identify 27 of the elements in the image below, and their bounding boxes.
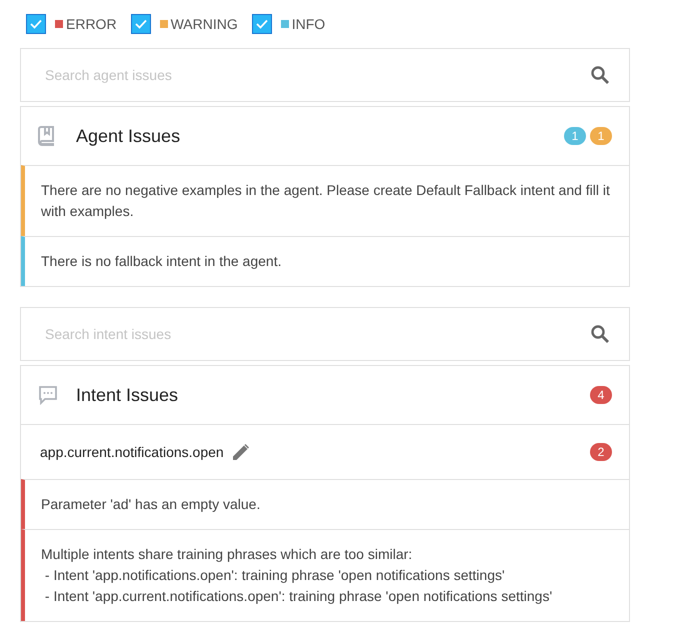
issue-message: Parameter 'ad' has an empty value. bbox=[21, 479, 629, 529]
checkbox[interactable] bbox=[252, 14, 272, 34]
checkbox[interactable] bbox=[26, 14, 46, 34]
search-icon[interactable] bbox=[590, 65, 610, 85]
filter-label: WARNING bbox=[170, 14, 238, 34]
intent-name[interactable]: app.current.notifications.open bbox=[40, 442, 224, 462]
book-icon bbox=[38, 126, 56, 146]
count-badge: 2 bbox=[590, 443, 612, 461]
checkbox[interactable] bbox=[130, 14, 151, 34]
chat-icon bbox=[38, 385, 58, 405]
count-badge: 4 bbox=[590, 386, 612, 404]
issue-message: Multiple intents share training phrases which are too similar: - Intent 'app.notifications.open': training phrase 'open notifications settings' - Intent 'app.current.notifications.open': training phrase 'open notifications settings' bbox=[21, 529, 629, 621]
search-icon[interactable] bbox=[590, 324, 610, 344]
panel-title: Intent Issues bbox=[76, 384, 180, 406]
filter-label: ERROR bbox=[66, 14, 117, 34]
pencil-icon[interactable] bbox=[232, 443, 250, 461]
issue-message: There are no negative examples in the agent. Please create Default Fallback intent and fill it with examples. bbox=[21, 165, 629, 236]
count-badge: 1 bbox=[564, 127, 586, 145]
count-badge: 1 bbox=[590, 127, 612, 145]
check-icon bbox=[256, 19, 268, 29]
panel-title: Agent Issues bbox=[76, 124, 182, 148]
check-icon bbox=[30, 19, 42, 29]
issue-message: There is no fallback intent in the agent. bbox=[21, 236, 629, 286]
search-field[interactable]: Search agent issues bbox=[20, 48, 630, 102]
filter-label: INFO bbox=[292, 14, 326, 34]
search-field[interactable]: Search intent issues bbox=[20, 307, 630, 361]
check-icon bbox=[134, 19, 147, 29]
